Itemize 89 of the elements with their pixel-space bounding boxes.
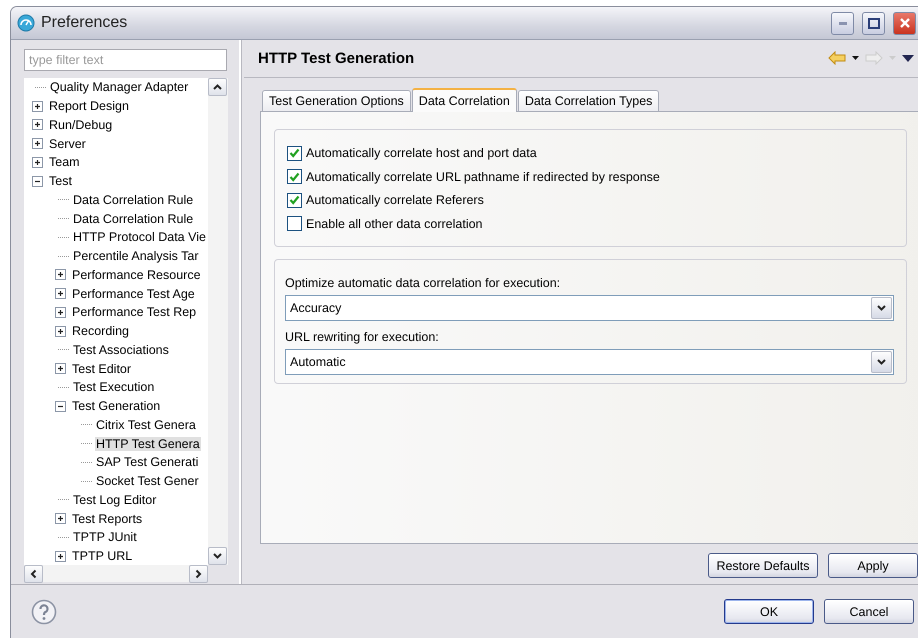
horizontal-scrollbar[interactable] (24, 565, 208, 582)
expand-icon[interactable] (32, 156, 43, 168)
tree-item[interactable]: Recording (71, 324, 130, 338)
expand-icon[interactable] (55, 326, 66, 337)
tab[interactable]: Data Correlation (412, 88, 517, 112)
tree-item[interactable]: Team (48, 155, 81, 170)
scroll-down-button[interactable] (208, 547, 227, 565)
checkbox[interactable] (287, 192, 302, 208)
checkbox-label: Automatically correlate Referers (306, 193, 484, 208)
dropdown-button[interactable] (871, 350, 892, 373)
field-label: URL rewriting for execution: (285, 330, 440, 344)
tree-item[interactable]: Citrix Test Genera (95, 418, 197, 432)
tree-item[interactable]: TPTP JUnit (72, 530, 138, 544)
tree-item[interactable]: Test Log Editor (72, 492, 158, 507)
tree-item[interactable]: Test Execution (72, 380, 156, 394)
collapse-icon[interactable] (55, 400, 66, 412)
dropdown-field[interactable]: Accuracy (285, 294, 894, 321)
tree-item[interactable]: Run/Debug (48, 118, 114, 132)
caret-icon (213, 84, 222, 90)
expand-icon[interactable] (55, 550, 66, 562)
expand-icon[interactable] (55, 288, 66, 300)
caret-icon (877, 358, 886, 365)
tree-item[interactable]: Performance Test Age (71, 286, 196, 301)
tree-item[interactable]: Quality Manager Adapter (49, 80, 190, 94)
checkbox-label: Automatically correlate URL pathname if redirected by response (306, 170, 660, 184)
scroll-left-button[interactable] (24, 565, 43, 583)
view-menu-icon[interactable] (902, 54, 914, 62)
caret-icon (213, 553, 222, 559)
page-title: HTTP Test Generation (258, 50, 416, 67)
help-icon[interactable] (31, 598, 57, 624)
cancel-button[interactable]: Cancel (824, 599, 914, 624)
collapse-icon[interactable] (32, 176, 43, 187)
close-icon (898, 17, 910, 29)
tree-item[interactable]: SAP Test Generati (95, 455, 200, 470)
checkbox-label: Enable all other data correlation (306, 216, 483, 231)
scroll-right-button[interactable] (189, 565, 208, 583)
apply-button[interactable]: Apply (828, 553, 918, 578)
tab[interactable]: Data Correlation Types (518, 90, 660, 111)
close-button[interactable] (893, 12, 916, 34)
dropdown-value: Accuracy (290, 300, 342, 315)
dropdown-caret-icon[interactable] (852, 56, 859, 60)
tree-item[interactable]: Socket Test Gener (95, 474, 200, 488)
minimize-icon (838, 22, 846, 24)
tree-item[interactable]: Test Editor (71, 362, 132, 376)
expand-icon[interactable] (55, 306, 66, 318)
minimize-button[interactable] (831, 12, 854, 34)
expand-icon[interactable] (32, 100, 43, 112)
dropdown-button[interactable] (871, 296, 892, 319)
restore-defaults-button[interactable]: Restore Defaults (708, 553, 818, 578)
checkbox[interactable] (287, 216, 302, 232)
tree-item[interactable]: Test (48, 174, 73, 188)
tab[interactable]: Test Generation Options (262, 90, 411, 111)
scroll-up-button[interactable] (208, 78, 227, 96)
filter-field[interactable]: type filter text (24, 49, 227, 71)
expand-icon[interactable] (32, 138, 43, 150)
field-label: Optimize automatic data correlation for execution: (285, 276, 562, 290)
expand-icon[interactable] (55, 513, 66, 524)
tree-item[interactable]: Data Correlation Rule (72, 192, 194, 207)
checkbox[interactable] (287, 146, 302, 161)
checkbox[interactable] (287, 169, 302, 184)
tree-item[interactable]: HTTP Test Genera (95, 436, 201, 451)
expand-icon[interactable] (55, 269, 66, 280)
tree-item[interactable]: HTTP Protocol Data Vie (72, 230, 207, 244)
expand-icon[interactable] (55, 363, 66, 374)
tree-item[interactable]: Percentile Analysis Tar (72, 249, 200, 264)
dropdown-value: Automatic (290, 354, 346, 369)
vertical-scrollbar[interactable] (208, 78, 228, 565)
maximize-icon (868, 18, 880, 28)
tree-item[interactable]: Data Correlation Rule (72, 212, 194, 226)
forward-arrow-icon (865, 51, 883, 66)
ok-button[interactable]: OK (724, 599, 814, 624)
caret-icon (30, 570, 36, 578)
checkbox-label: Automatically correlate host and port data (306, 146, 537, 160)
dropdown-caret-icon (889, 56, 896, 60)
app-icon (17, 14, 35, 32)
tree-item[interactable]: Performance Resource (71, 268, 202, 282)
tree-item[interactable]: Test Generation (71, 399, 162, 414)
tree-item[interactable]: Server (48, 136, 87, 151)
caret-icon (196, 570, 202, 578)
expand-icon[interactable] (32, 119, 43, 130)
tree-item[interactable]: Report Design (48, 99, 130, 114)
window-title: Preferences (41, 14, 128, 32)
caret-icon (877, 304, 886, 311)
tree-item[interactable]: Test Associations (72, 342, 170, 357)
dropdown-field[interactable]: Automatic (285, 348, 894, 375)
tree-item[interactable]: TPTP URL (71, 549, 134, 564)
tree-item[interactable]: Test Reports (71, 512, 144, 526)
maximize-button[interactable] (862, 12, 885, 34)
tree-item[interactable]: Performance Test Rep (71, 305, 198, 320)
